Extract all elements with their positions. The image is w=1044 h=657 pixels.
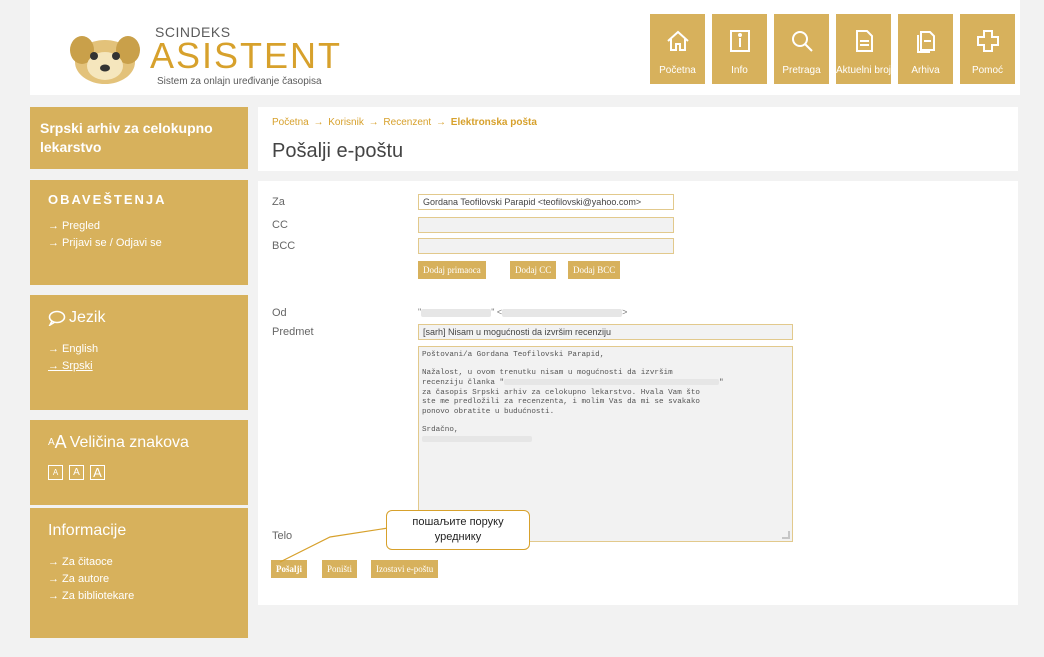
cancel-button[interactable]: Poništi: [322, 560, 358, 578]
link-authors[interactable]: → Za autore: [48, 573, 230, 585]
cc-field[interactable]: [418, 217, 674, 233]
font-size-heading: AA Veličina znakova: [48, 432, 189, 452]
cc-label: CC: [272, 219, 288, 231]
logo-title: ASISTENT: [150, 35, 343, 76]
small-a-glyph: A: [48, 437, 55, 448]
page-title: Pošalji e-poštu: [272, 140, 404, 162]
link-srpski[interactable]: → Srpski: [48, 360, 230, 372]
nav-search[interactable]: Pretraga: [774, 14, 829, 84]
search-icon: [791, 31, 813, 52]
info-heading: Informacije: [48, 522, 127, 539]
document-icon: [855, 30, 873, 52]
nav-help[interactable]: Pomoć: [960, 14, 1015, 84]
from-value: " " < >: [418, 307, 628, 317]
callout-annotation: пошаљите поруку уреднику: [386, 510, 530, 550]
journal-name[interactable]: Srpski arhiv za celokupno lekarstvo: [30, 107, 248, 169]
archive-icon: [916, 31, 935, 53]
nav-archive[interactable]: Arhiva: [898, 14, 953, 84]
nav-home[interactable]: Početna: [650, 14, 705, 84]
font-size-buttons: A A A: [48, 465, 230, 480]
crumb-reviewer[interactable]: Recenzent: [383, 117, 431, 128]
help-icon: [976, 30, 999, 52]
logo[interactable]: SCINDEKS ASISTENT Sistem za onlajn uređi…: [50, 8, 340, 88]
home-icon: [666, 30, 689, 51]
notices-panel: OBAVEŠTENJA → Pregled → Prijavi se / Odj…: [30, 180, 248, 285]
logo-subtitle: Sistem za onlajn uređivanje časopisa: [157, 76, 322, 87]
header: SCINDEKS ASISTENT Sistem za onlajn uređi…: [30, 0, 1020, 95]
font-size-panel: AA Veličina znakova A A A: [30, 420, 248, 505]
breadcrumb: Početna → Korisnik → Recenzent → Elektro…: [272, 117, 537, 128]
body-label: Telo: [272, 530, 293, 542]
subject-field[interactable]: [sarh] Nisam u mogućnosti da izvršim rec…: [418, 324, 793, 340]
big-a-glyph: A: [54, 432, 67, 452]
notices-title: OBAVEŠTENJA: [48, 192, 167, 207]
font-small-button[interactable]: A: [48, 465, 63, 480]
link-login-logout[interactable]: → Prijavi se / Odjavi se: [48, 237, 230, 249]
info-icon: [729, 30, 750, 52]
speech-bubble-icon: [48, 310, 66, 326]
font-medium-button[interactable]: A: [69, 465, 84, 480]
dog-logo-icon: [70, 36, 140, 84]
crumb-current: Elektronska pošta: [450, 117, 537, 128]
nav-current-issue[interactable]: Aktuelni broj: [836, 14, 891, 84]
subject-label: Predmet: [272, 326, 314, 338]
send-button[interactable]: Pošalji: [271, 560, 307, 578]
language-heading: Jezik: [48, 309, 230, 327]
link-librarians[interactable]: → Za bibliotekare: [48, 590, 230, 602]
crumb-user[interactable]: Korisnik: [328, 117, 364, 128]
email-form: Za Gordana Teofilovski Parapid <teofilov…: [258, 181, 1018, 605]
nav-info[interactable]: Info: [712, 14, 767, 84]
resize-grip-icon[interactable]: [782, 531, 790, 539]
add-cc-button[interactable]: Dodaj CC: [510, 261, 557, 279]
info-panel: Informacije → Za čitaoce → Za autore → Z…: [30, 508, 248, 638]
from-label: Od: [272, 307, 287, 319]
link-readers[interactable]: → Za čitaoce: [48, 556, 230, 568]
add-recipient-button[interactable]: Dodaj primaoca: [418, 261, 486, 279]
language-panel: Jezik → English → Srpski: [30, 295, 248, 410]
add-bcc-button[interactable]: Dodaj BCC: [568, 261, 621, 279]
to-label: Za: [272, 196, 285, 208]
link-overview[interactable]: → Pregled: [48, 220, 230, 232]
bcc-label: BCC: [272, 240, 296, 252]
font-large-button[interactable]: A: [90, 465, 105, 480]
skip-email-button[interactable]: Izostavi e-poštu: [371, 560, 439, 578]
crumb-home[interactable]: Početna: [272, 117, 309, 128]
bcc-field[interactable]: [418, 238, 674, 254]
to-field[interactable]: Gordana Teofilovski Parapid <teofilovski…: [418, 194, 674, 210]
link-english[interactable]: → English: [48, 343, 230, 355]
top-nav: Početna Info Pretraga Aktuelni broj Arhi…: [650, 14, 1015, 84]
title-card: Početna → Korisnik → Recenzent → Elektro…: [258, 107, 1018, 171]
